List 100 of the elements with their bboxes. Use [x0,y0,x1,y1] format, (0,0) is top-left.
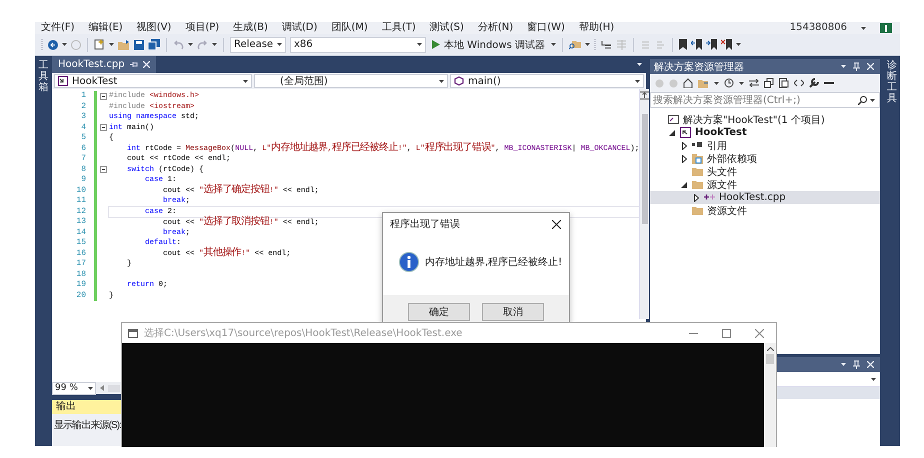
scrollbar[interactable] [639,89,650,319]
collapsed-arrow-icon[interactable] [694,194,698,202]
scroll-left-icon[interactable] [100,385,104,391]
history-icon[interactable] [724,78,734,88]
new-project-icon[interactable] [94,39,105,50]
tree-item[interactable]: HookTest.cpp [650,191,880,204]
tree-item[interactable]: HookTest [650,126,880,139]
tree-item[interactable]: 引用 [650,139,880,152]
menu-item[interactable]: 帮助(H) [578,22,614,34]
caret-icon[interactable] [212,43,217,46]
bookmark-icon[interactable] [679,39,687,50]
collapse-all-icon[interactable] [764,78,774,88]
scrollbar-thumb[interactable] [642,114,648,224]
save-all-icon[interactable] [148,39,160,50]
indent-icon[interactable] [601,40,612,50]
collapsed-arrow-icon[interactable] [682,154,686,162]
wrench-icon[interactable] [809,78,819,88]
configuration-dropdown[interactable]: Release [230,36,286,52]
caret-icon[interactable] [841,363,846,366]
clear-bookmarks-icon[interactable] [721,39,732,50]
scroll-up-icon[interactable] [766,347,774,351]
side-tab[interactable]: 诊断工具 [887,60,897,446]
show-files-icon[interactable] [779,78,789,88]
sync-folder-icon[interactable] [698,78,709,88]
caret-icon[interactable] [109,43,114,46]
scope-dropdown[interactable]: HookTest [54,74,252,88]
back-icon[interactable] [48,40,58,50]
platform-dropdown[interactable]: x86 [290,36,426,52]
sync-icon[interactable] [749,79,759,87]
menu-item[interactable]: 文件(F) [41,22,75,34]
caret-icon[interactable] [88,386,93,390]
collapsed-arrow-icon[interactable] [682,142,686,150]
tree-item[interactable]: 资源文件 [650,204,880,217]
dialog-button[interactable]: 确定 [408,303,470,321]
minus-icon[interactable] [824,81,834,85]
collapse-icon[interactable] [100,124,106,132]
caret-icon[interactable] [861,26,866,30]
expanded-arrow-icon[interactable] [681,182,687,188]
menu-item[interactable]: 项目(P) [185,22,220,34]
tree-item[interactable]: 源文件 [650,178,880,191]
caret-icon[interactable] [62,43,67,46]
close-icon[interactable] [552,220,561,228]
caret-icon[interactable] [277,43,282,46]
next-bookmark-icon[interactable] [706,39,717,50]
save-icon[interactable] [134,40,144,50]
menu-item[interactable]: 窗口(W) [527,22,565,34]
search-icon[interactable] [858,96,867,104]
collapse-icon[interactable] [100,92,106,100]
tree-item[interactable]: 外部依赖项 [650,152,880,165]
minimize-icon[interactable] [689,332,698,334]
menu-item[interactable]: 分析(N) [478,22,514,34]
scrollbar[interactable] [764,343,776,447]
menu-item[interactable]: 团队(M) [331,22,368,34]
tree-item[interactable]: 头文件 [650,165,880,178]
menu-item[interactable]: 测试(S) [430,22,464,34]
account-name[interactable]: 154380806 [790,22,847,34]
find-folder-icon[interactable] [569,39,581,50]
tree-item[interactable]: 解决方案"HookTest"(1 个项目) [650,113,880,126]
caret-icon[interactable] [243,80,248,82]
scrollbar[interactable] [108,384,120,392]
previous-bookmark-icon[interactable] [691,39,702,50]
scope-dropdown[interactable]: main() [450,74,644,88]
account-icon[interactable] [880,23,892,33]
caret-icon[interactable] [417,43,422,46]
scope-dropdown[interactable]: (全局范围) [254,74,448,88]
zoom-dropdown[interactable]: 99 % [52,382,96,394]
caret-icon[interactable] [585,43,590,46]
dialog-button[interactable]: 取消 [482,303,544,321]
expanded-arrow-icon[interactable] [669,130,675,136]
caret-icon[interactable] [439,80,444,82]
scrollbar-thumb[interactable] [766,354,774,364]
open-folder-icon[interactable] [118,40,130,50]
menu-item[interactable]: 工具(T) [382,22,416,34]
menu-item[interactable]: 生成(B) [233,22,268,34]
home-icon[interactable] [683,78,693,88]
pin-icon[interactable] [853,360,860,369]
code-icon[interactable] [794,79,804,87]
grip-icon[interactable] [594,38,597,52]
collapse-icon[interactable] [100,166,106,174]
menu-item[interactable]: 编辑(E) [88,22,123,34]
menu-item[interactable]: 视图(V) [136,22,172,34]
caret-icon[interactable] [188,43,193,46]
caret-icon[interactable] [870,98,875,102]
side-tab[interactable]: 工具箱 [38,60,48,446]
caret-icon[interactable] [739,82,744,84]
pin-icon[interactable] [130,61,138,68]
caret-icon[interactable] [871,378,876,380]
menu-item[interactable]: 调试(D) [282,22,318,34]
caret-icon[interactable] [635,80,640,82]
caret-icon[interactable] [551,43,556,46]
maximize-icon[interactable] [722,328,731,338]
caret-icon[interactable] [736,43,741,46]
caret-icon[interactable] [714,82,719,84]
grip-icon[interactable] [41,38,44,52]
document-tab[interactable]: HookTest.cpp [52,56,156,73]
caret-icon[interactable] [841,65,846,68]
caret-icon[interactable] [637,63,642,66]
pin-icon[interactable] [853,62,860,71]
start-debugger-button[interactable]: 本地 Windows 调试器 [430,36,547,52]
split-icon[interactable] [640,91,650,100]
